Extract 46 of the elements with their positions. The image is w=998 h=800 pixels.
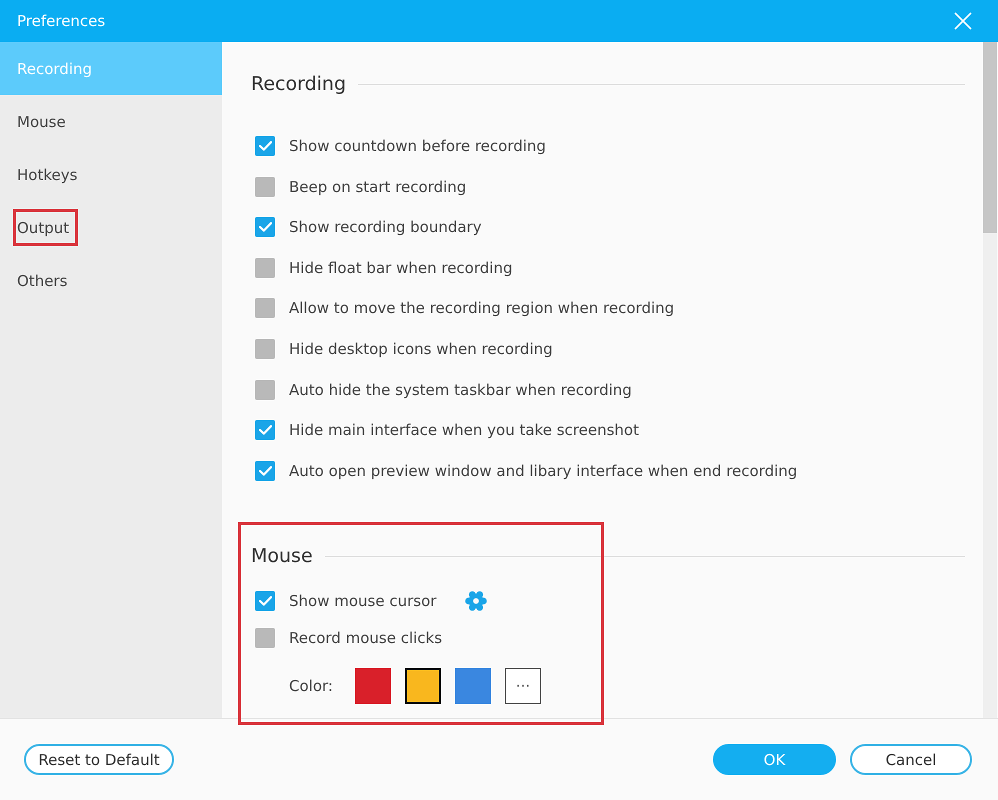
checkbox-label[interactable]: Auto open preview window and libary interface when end recording (289, 462, 798, 480)
sidebar-item[interactable]: Mouse (0, 95, 222, 148)
check-icon (258, 140, 272, 151)
section-title: Recording (251, 72, 346, 97)
checkbox-label[interactable]: Show mouse cursor (289, 592, 436, 610)
color-label: Color: (289, 677, 333, 696)
checkbox-label[interactable]: Hide desktop icons when recording (289, 340, 553, 358)
more-colors-button[interactable]: ··· (504, 668, 541, 704)
sidebar-item[interactable]: Output (0, 201, 222, 254)
checkbox-label[interactable]: Allow to move the recording region when recording (289, 299, 674, 318)
checkbox[interactable] (255, 591, 275, 612)
checkbox[interactable] (255, 380, 275, 400)
checkbox[interactable] (255, 217, 275, 238)
check-icon (258, 425, 272, 436)
checkbox-label[interactable]: Hide float bar when recording (289, 258, 512, 277)
window-title: Preferences (17, 12, 106, 30)
gear-icon[interactable] (465, 590, 488, 612)
checkbox-label[interactable]: Show recording boundary (289, 218, 482, 236)
checkbox[interactable] (255, 420, 275, 440)
cancel-button[interactable]: Cancel (850, 744, 972, 775)
color-swatch[interactable] (454, 668, 491, 704)
checkbox[interactable] (255, 338, 275, 359)
checkbox-label[interactable]: Record mouse clicks (289, 629, 442, 648)
checkbox-label[interactable]: Beep on start recording (289, 178, 466, 196)
checkbox[interactable] (255, 628, 275, 648)
checkbox[interactable] (255, 460, 275, 481)
checkbox-label[interactable]: Auto hide the system taskbar when recording (289, 380, 632, 399)
close-icon (954, 12, 972, 30)
color-swatch[interactable] (404, 668, 441, 704)
checkbox[interactable] (255, 176, 275, 197)
check-icon (258, 596, 272, 606)
section-title: Mouse (251, 544, 313, 570)
checkbox[interactable] (255, 258, 275, 278)
checkbox-label[interactable]: Show countdown before recording (289, 136, 546, 155)
checkbox-label[interactable]: Hide main interface when you take screenshot (289, 421, 639, 440)
scrollbar-track[interactable] (983, 42, 997, 718)
checkbox[interactable] (255, 136, 275, 156)
close-button[interactable] (952, 10, 974, 32)
check-icon (258, 222, 272, 232)
scrollbar-thumb[interactable] (983, 42, 997, 233)
checkbox[interactable] (255, 298, 275, 318)
reset-button[interactable]: Reset to Default (24, 744, 174, 775)
sidebar-item[interactable]: Hotkeys (0, 148, 222, 201)
sidebar-item[interactable]: Others (0, 254, 222, 307)
color-swatch[interactable] (354, 668, 391, 704)
check-icon (258, 466, 272, 476)
